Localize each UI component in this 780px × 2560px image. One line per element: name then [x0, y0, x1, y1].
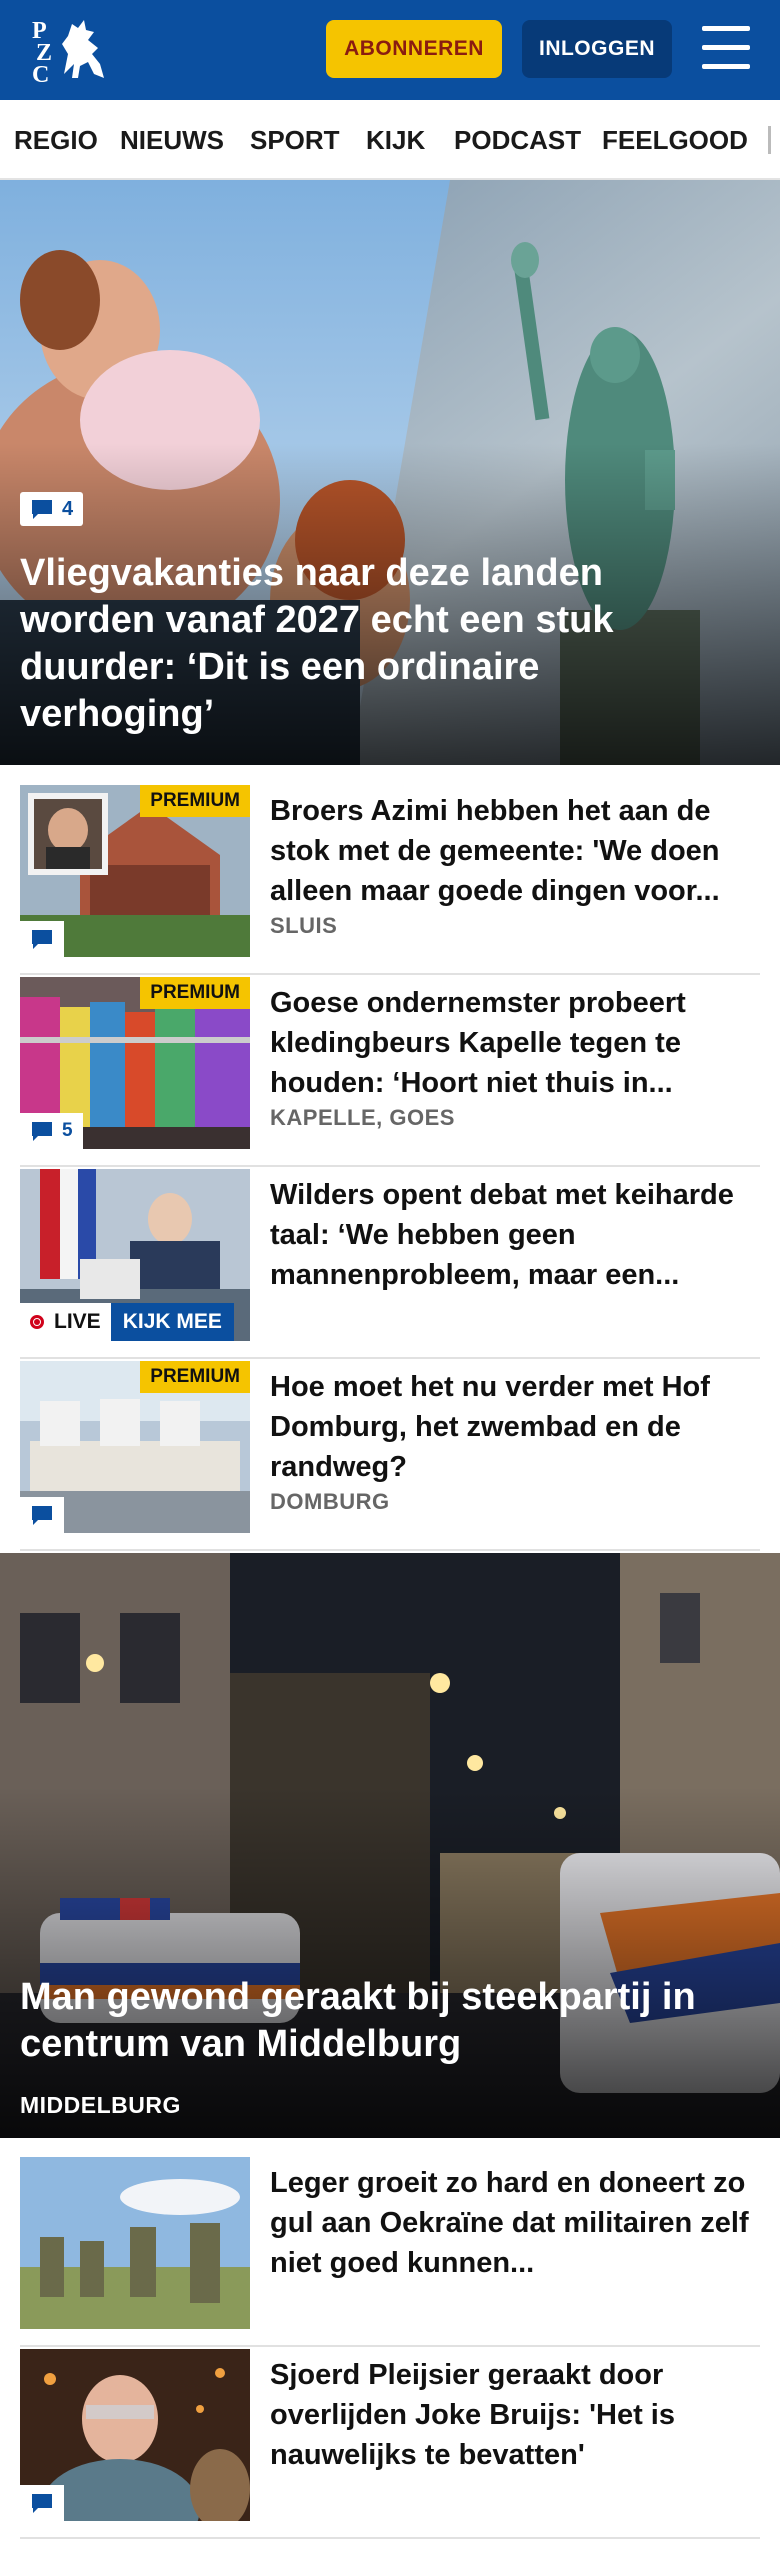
comment-icon	[32, 1506, 52, 1525]
nav-item-regio[interactable]: REGIO	[14, 100, 98, 178]
article-headline[interactable]: Leger groeit zo hard en doneert zo gul a…	[270, 2163, 750, 2283]
nav-overflow-divider	[768, 126, 771, 154]
article-location: KAPELLE, GOES	[270, 1105, 455, 1130]
comment-badge[interactable]	[20, 2485, 64, 2521]
comment-icon	[32, 500, 52, 519]
premium-badge: PREMIUM	[140, 785, 250, 817]
premium-badge: PREMIUM	[140, 1361, 250, 1393]
section-nav: REGIO NIEUWS SPORT KIJK PODCAST FEELGOOD	[0, 100, 780, 180]
live-label: LIVE	[54, 1310, 101, 1333]
comment-badge[interactable]: 5	[20, 1113, 83, 1149]
article-headline[interactable]: Broers Azimi hebben het aan de stok met …	[270, 791, 750, 911]
article-headline[interactable]: Goese ondernemster probeert kledingbeurs…	[270, 983, 750, 1103]
list-item[interactable]: PREMIUM 5 Goese ondernemster probeert kl…	[20, 977, 760, 1167]
hero-headline[interactable]: Vliegvakanties naar deze landen worden v…	[20, 550, 700, 738]
live-indicator: LIVE	[20, 1303, 111, 1341]
login-button[interactable]: INLOGGEN	[522, 20, 672, 78]
watch-live-button[interactable]: KIJK MEE	[110, 1303, 234, 1341]
article-headline[interactable]: Sjoerd Pleijsier geraakt door overlijden…	[270, 2355, 750, 2475]
comment-badge[interactable]	[20, 921, 64, 957]
featured-location: MIDDELBURG	[20, 2092, 181, 2118]
article-headline[interactable]: Wilders opent debat met keiharde taal: ‘…	[270, 1175, 750, 1295]
featured-headline[interactable]: Man gewond geraakt bij steekpartij in ce…	[20, 1974, 760, 2068]
live-dot-icon	[30, 1315, 44, 1329]
list-item[interactable]: Leger groeit zo hard en doneert zo gul a…	[20, 2157, 760, 2347]
pzc-logo[interactable]: P Z C	[28, 14, 112, 86]
nav-item-sport[interactable]: SPORT	[250, 100, 340, 178]
list-item[interactable]: PREMIUM Broers Azimi hebben het aan de s…	[20, 785, 760, 975]
article-thumbnail: LIVE KIJK MEE	[20, 1169, 250, 1341]
live-bar[interactable]: LIVE KIJK MEE	[20, 1303, 234, 1341]
list-item[interactable]: PREMIUM Hoe moet het nu verder met Hof D…	[20, 1361, 760, 1551]
hero-comment-badge[interactable]: 4	[20, 492, 84, 526]
comment-icon	[32, 1122, 52, 1141]
article-thumbnail: PREMIUM	[20, 1361, 250, 1533]
nav-item-kijk[interactable]: KIJK	[366, 100, 425, 178]
article-thumbnail	[20, 2157, 250, 2329]
article-thumbnail: PREMIUM 5	[20, 977, 250, 1149]
comment-badge[interactable]	[20, 1497, 64, 1533]
list-item[interactable]: LIVE KIJK MEE Wilders opent debat met ke…	[20, 1169, 760, 1359]
svg-text:C: C	[32, 62, 49, 86]
article-location: SLUIS	[270, 913, 338, 938]
thumbnail-image	[20, 2157, 250, 2329]
article-location: DOMBURG	[270, 1489, 390, 1514]
nav-item-feelgood[interactable]: FEELGOOD	[602, 100, 748, 178]
subscribe-button[interactable]: ABONNEREN	[326, 20, 502, 78]
hero-comment-count: 4	[62, 497, 74, 520]
article-thumbnail	[20, 2349, 250, 2521]
premium-badge: PREMIUM	[140, 977, 250, 1009]
nav-item-nieuws[interactable]: NIEUWS	[120, 100, 224, 178]
comment-count: 5	[62, 1120, 73, 1141]
site-header: P Z C ABONNEREN INLOGGEN	[0, 0, 780, 100]
menu-icon[interactable]	[702, 26, 750, 70]
comment-icon	[32, 930, 52, 949]
comment-icon	[32, 2494, 52, 2513]
article-headline[interactable]: Hoe moet het nu verder met Hof Domburg, …	[270, 1367, 750, 1487]
list-item[interactable]: Sjoerd Pleijsier geraakt door overlijden…	[20, 2349, 760, 2539]
article-thumbnail: PREMIUM	[20, 785, 250, 957]
nav-item-podcast[interactable]: PODCAST	[454, 100, 581, 178]
